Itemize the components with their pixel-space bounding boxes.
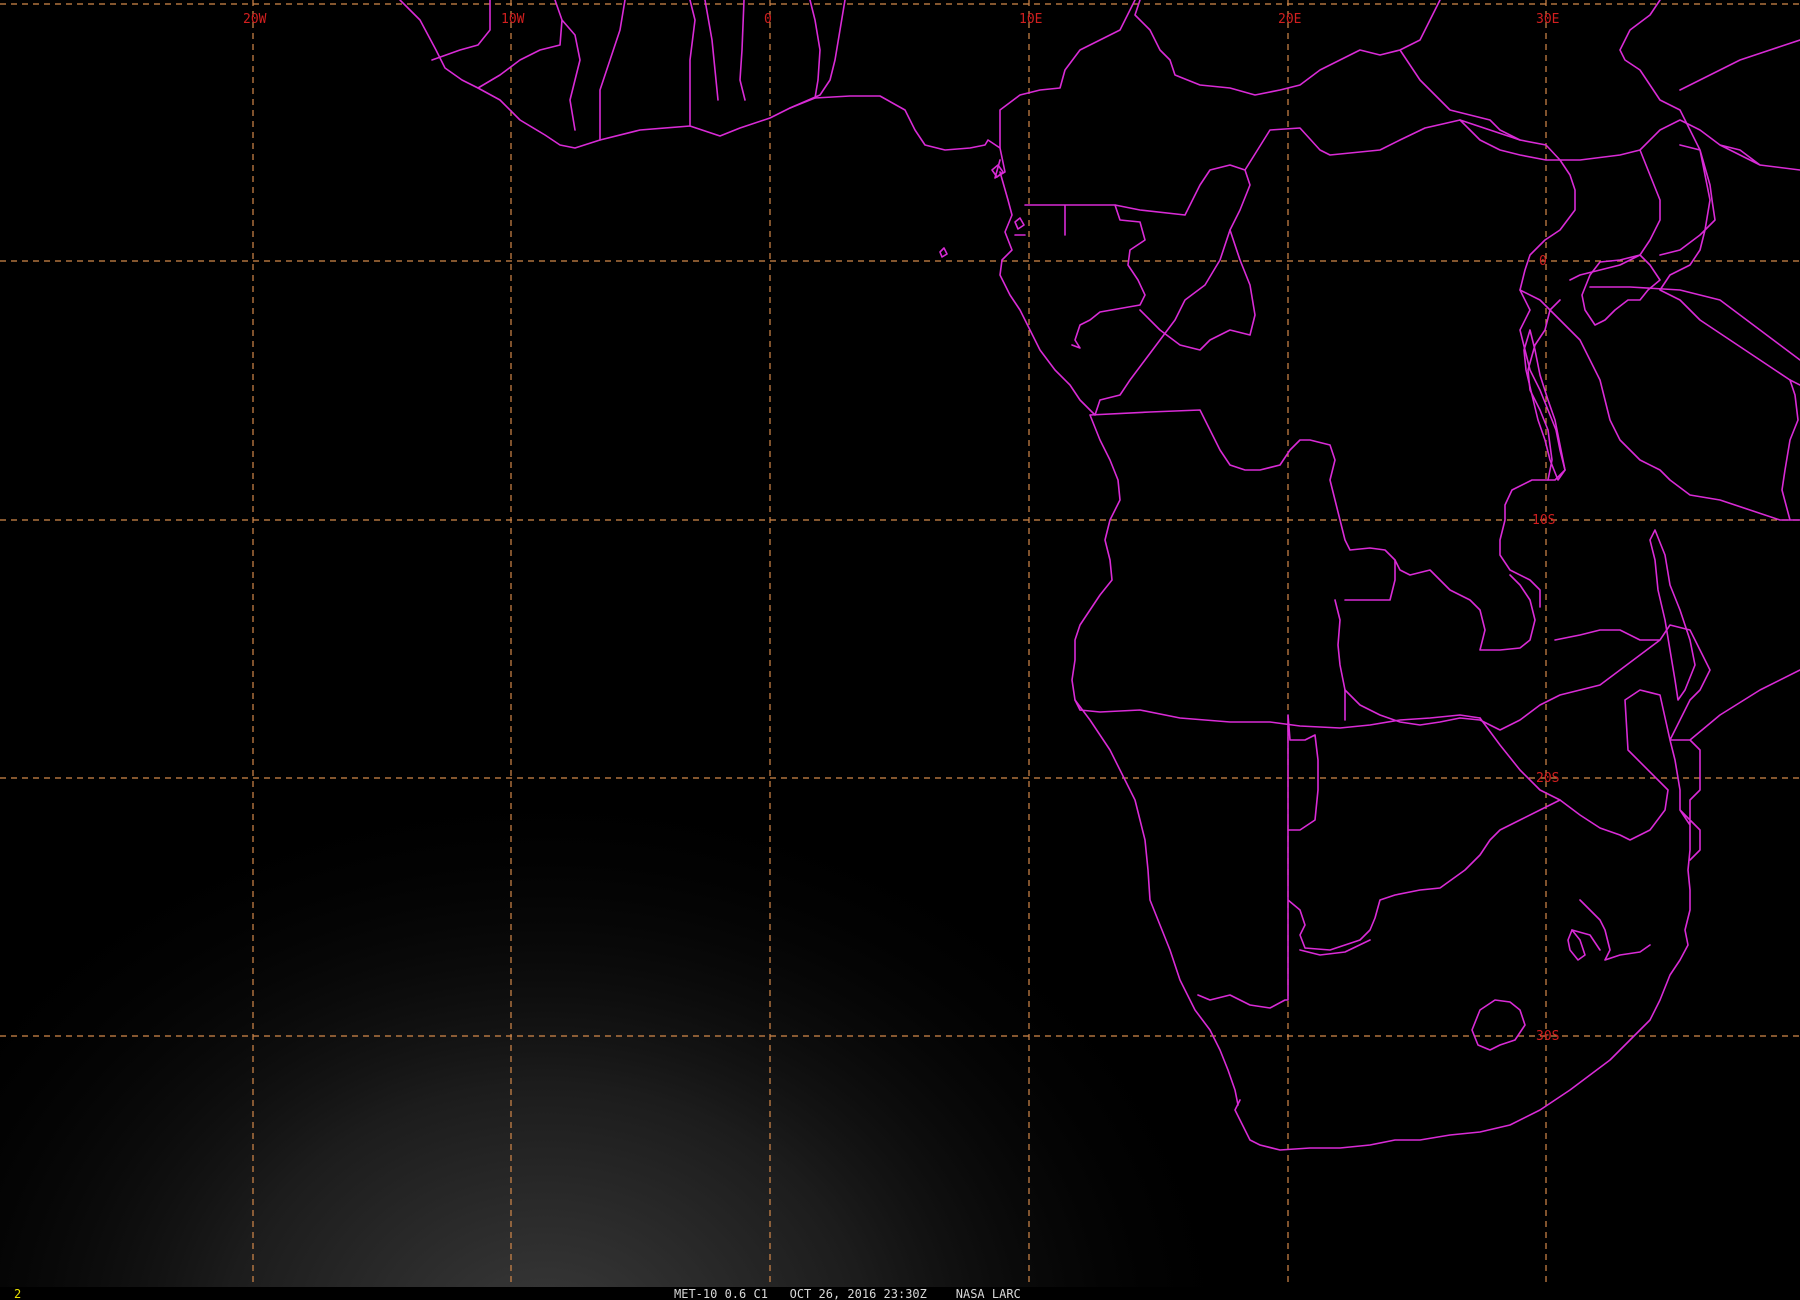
lat-label-10s: 10S [1532,513,1555,528]
lon-label-10e: 10E [1019,12,1042,27]
lat-label-30s: 30S [1536,1029,1559,1044]
lat-label-20s: 20S [1536,771,1559,786]
frame-number: 2 [14,1287,21,1300]
lat-label-0: 0 [1539,254,1547,269]
lon-label-20e: 20E [1278,12,1301,27]
lon-label-0: 0 [764,12,772,27]
lon-label-20w: 20W [243,12,267,27]
ocean-reflectance-glow [0,250,1300,1290]
lon-label-10w: 10W [501,12,525,27]
satellite-map: 20W 10W 0 10E 20E 30E 0 10S 20S 30S 2 ME… [0,0,1800,1300]
lon-label-30e: 30E [1536,12,1559,27]
image-caption: MET-10 0.6 C1 OCT 26, 2016 23:30Z NASA L… [674,1287,1021,1300]
